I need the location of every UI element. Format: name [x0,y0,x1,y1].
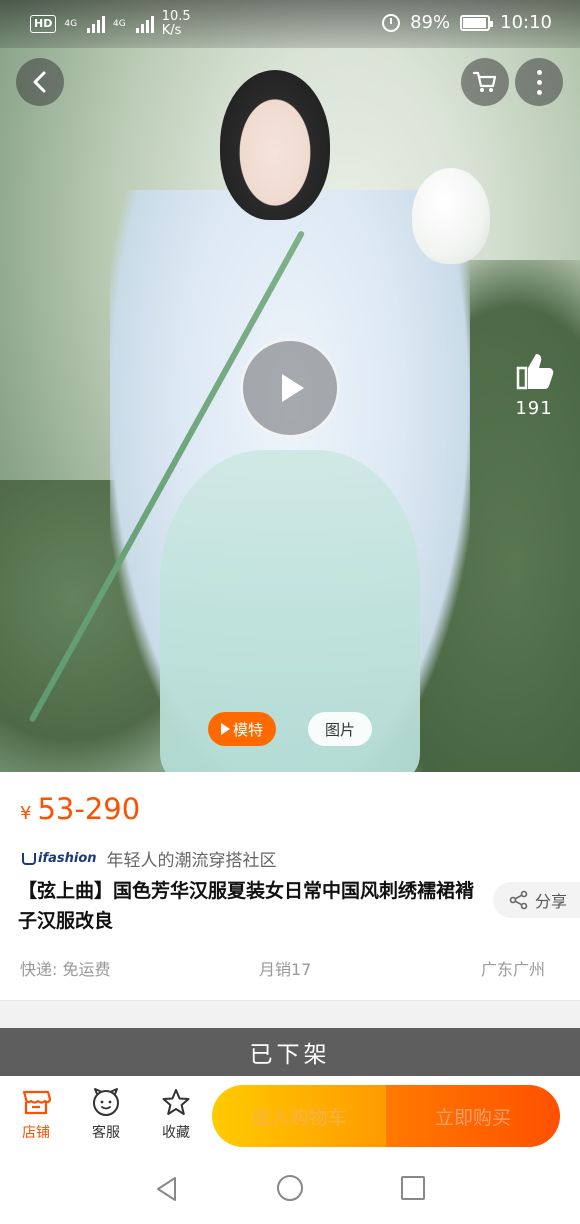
nav-back-icon[interactable] [154,1176,180,1202]
status-bar: HD 4G 4G 10.5 K/s 89% 10:10 [0,0,580,48]
play-small-icon [220,723,230,735]
bottom-action-bar: 店铺 客服 收藏 加入购物车 立即购买 [0,1076,580,1154]
tab-model-label: 模特 [232,720,263,739]
customer-service-label: 客服 [92,1125,120,1141]
ship-location: 广东广州 [481,960,546,979]
star-icon [160,1086,192,1118]
customer-service-icon [90,1086,122,1118]
ifashion-logo-text: ifashion [38,851,97,866]
product-video-cover[interactable]: 191 模特 图片 [0,0,580,772]
shop-button[interactable]: 店铺 [8,1086,64,1142]
customer-service-button[interactable]: 客服 [78,1086,134,1142]
shop-label: 店铺 [22,1125,50,1141]
share-icon [509,890,528,910]
status-right: 89% 10:10 [382,12,552,33]
tab-photo-label: 图片 [324,720,355,739]
share-button[interactable]: 分享 [493,882,580,918]
like-count: 191 [515,398,553,419]
system-navigation-bar [0,1154,580,1224]
nav-home-icon[interactable] [277,1175,303,1201]
ifashion-mark-icon [22,852,36,865]
off-shelf-banner: 已下架 [0,1028,580,1076]
favorite-label: 收藏 [162,1125,190,1141]
add-to-cart-button[interactable]: 加入购物车 [212,1085,386,1147]
price: ¥ 53-290 [20,792,140,826]
clock: 10:10 [500,12,552,33]
model-head [220,70,330,220]
network-speed-unit: K/s [161,23,182,38]
battery-icon [460,14,494,31]
section-divider [0,1000,580,1028]
currency-symbol: ¥ [20,803,32,824]
thumbs-up-icon [516,354,554,390]
monthly-sales: 月销17 [259,960,312,979]
nav-recents-icon[interactable] [401,1176,425,1200]
model-skirt [160,450,420,772]
product-title: 【弦上曲】国色芳华汉服夏装女日常中国风刺绣襦裙褙子汉服改良 [18,880,475,932]
share-label: 分享 [535,892,568,911]
brand-row[interactable]: ifashion 年轻人的潮流穿搭社区 [22,846,277,871]
purchase-buttons: 加入购物车 立即购买 [212,1085,560,1147]
more-button[interactable] [515,58,563,106]
shop-icon [20,1086,52,1118]
price-range: 53-290 [37,792,141,826]
like-button[interactable]: 191 [508,350,560,419]
ifashion-logo: ifashion [22,851,97,866]
battery-percent: 89% [410,12,451,33]
shopping-cart-icon [472,71,497,92]
brand-slogan: 年轻人的潮流穿搭社区 [106,851,277,871]
product-info: ¥ 53-290 ifashion 年轻人的潮流穿搭社区 【弦上曲】国色芳华汉服… [0,772,580,1000]
cart-button[interactable] [461,58,509,106]
back-button[interactable] [16,58,64,106]
shipping-info: 快递: 免运费 [20,960,111,979]
tab-model[interactable]: 模特 [208,712,276,746]
signal-icon [87,15,106,33]
chevron-left-icon [33,71,46,93]
signal-icon [135,15,154,33]
product-detail-page: 191 模特 图片 HD 4G 4G 10.5 K/s 89% 10:10 ¥ … [0,0,580,1224]
hd-badge: HD [30,15,57,33]
network-type-2: 4G [113,18,126,29]
network-type-1: 4G [64,18,78,29]
alarm-icon [382,13,401,32]
network-speed: 10.5 K/s [162,10,191,38]
tab-photo[interactable]: 图片 [308,712,372,746]
buy-now-button[interactable]: 立即购买 [386,1085,560,1147]
network-speed-value: 10.5 [161,9,191,24]
favorite-button[interactable]: 收藏 [148,1086,204,1142]
more-vertical-icon [536,69,542,95]
play-icon [282,374,304,402]
play-video-button[interactable] [240,338,340,438]
status-left: HD 4G 4G 10.5 K/s [30,10,191,38]
lotus-bud [412,168,490,264]
